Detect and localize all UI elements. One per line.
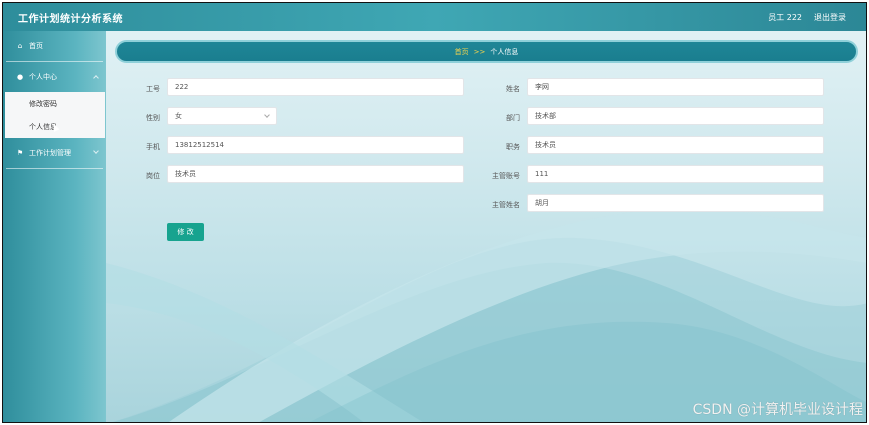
sidebar: ⌂ 首页 ● 个人中心 修改密码 个人信息 ⚑ 工作计划管理	[3, 31, 106, 422]
position-label: 岗位	[146, 172, 160, 180]
job-title-value: 技术员	[535, 141, 556, 149]
phone-value: 13812512514	[175, 141, 224, 149]
manager-name-label: 主管姓名	[492, 201, 520, 209]
manager-name-field[interactable]: 胡月	[527, 194, 824, 212]
sidebar-item-change-password[interactable]: 修改密码	[5, 92, 105, 115]
current-user-link[interactable]: 员工 222	[768, 12, 802, 23]
header-user-area: 员工 222 退出登录	[768, 12, 846, 23]
manager-account-value: 111	[535, 170, 549, 178]
gender-select[interactable]: 女	[167, 107, 277, 125]
manager-name-value: 胡月	[535, 199, 549, 207]
breadcrumb: 首页 >> 个人信息	[115, 40, 858, 63]
manager-account-field[interactable]: 111	[527, 165, 824, 183]
sidebar-item-label: 个人中心	[29, 73, 57, 81]
sidebar-item-home[interactable]: ⌂ 首页	[3, 31, 106, 61]
phone-label: 手机	[146, 143, 160, 151]
logout-link[interactable]: 退出登录	[814, 12, 846, 23]
app-window: 工作计划统计分析系统 员工 222 退出登录 ⌂ 首页 ● 个人中心 修改密码 …	[2, 2, 867, 423]
breadcrumb-separator: >>	[473, 47, 486, 56]
flag-icon: ⚑	[16, 149, 24, 157]
sidebar-item-label: 首页	[29, 42, 43, 50]
name-field[interactable]: 李网	[527, 78, 824, 96]
chevron-down-icon	[93, 148, 99, 154]
sidebar-divider	[6, 168, 103, 169]
sidebar-item-personal-center[interactable]: ● 个人中心	[3, 62, 106, 92]
manager-account-label: 主管账号	[492, 172, 520, 180]
watermark-text: CSDN @计算机毕业设计程	[692, 402, 863, 418]
chevron-up-icon	[93, 75, 99, 81]
gender-value: 女	[175, 112, 182, 120]
user-icon: ●	[16, 73, 24, 81]
submit-button[interactable]: 修 改	[167, 223, 204, 241]
position-value: 技术员	[175, 170, 196, 178]
sidebar-item-work-plan[interactable]: ⚑ 工作计划管理	[3, 138, 106, 168]
breadcrumb-home[interactable]: 首页	[455, 47, 469, 57]
employee-id-field[interactable]: 222	[167, 78, 464, 96]
employee-id-value: 222	[175, 83, 189, 91]
gender-label: 性别	[146, 114, 160, 122]
app-title: 工作计划统计分析系统	[18, 13, 123, 25]
department-field[interactable]: 技术部	[527, 107, 824, 125]
name-value: 李网	[535, 83, 549, 91]
department-label: 部门	[506, 114, 520, 122]
job-title-field[interactable]: 技术员	[527, 136, 824, 154]
name-label: 姓名	[506, 85, 520, 93]
home-icon: ⌂	[17, 42, 23, 50]
job-title-label: 职务	[506, 143, 520, 151]
top-header: 工作计划统计分析系统 员工 222 退出登录	[3, 3, 866, 31]
position-field[interactable]: 技术员	[167, 165, 464, 183]
sidebar-item-label: 修改密码	[29, 99, 57, 108]
chevron-down-icon	[264, 112, 270, 118]
department-value: 技术部	[535, 112, 556, 120]
sidebar-item-label: 工作计划管理	[29, 149, 71, 157]
phone-field[interactable]: 13812512514	[167, 136, 464, 154]
breadcrumb-current: 个人信息	[490, 47, 519, 56]
employee-id-label: 工号	[146, 85, 160, 93]
